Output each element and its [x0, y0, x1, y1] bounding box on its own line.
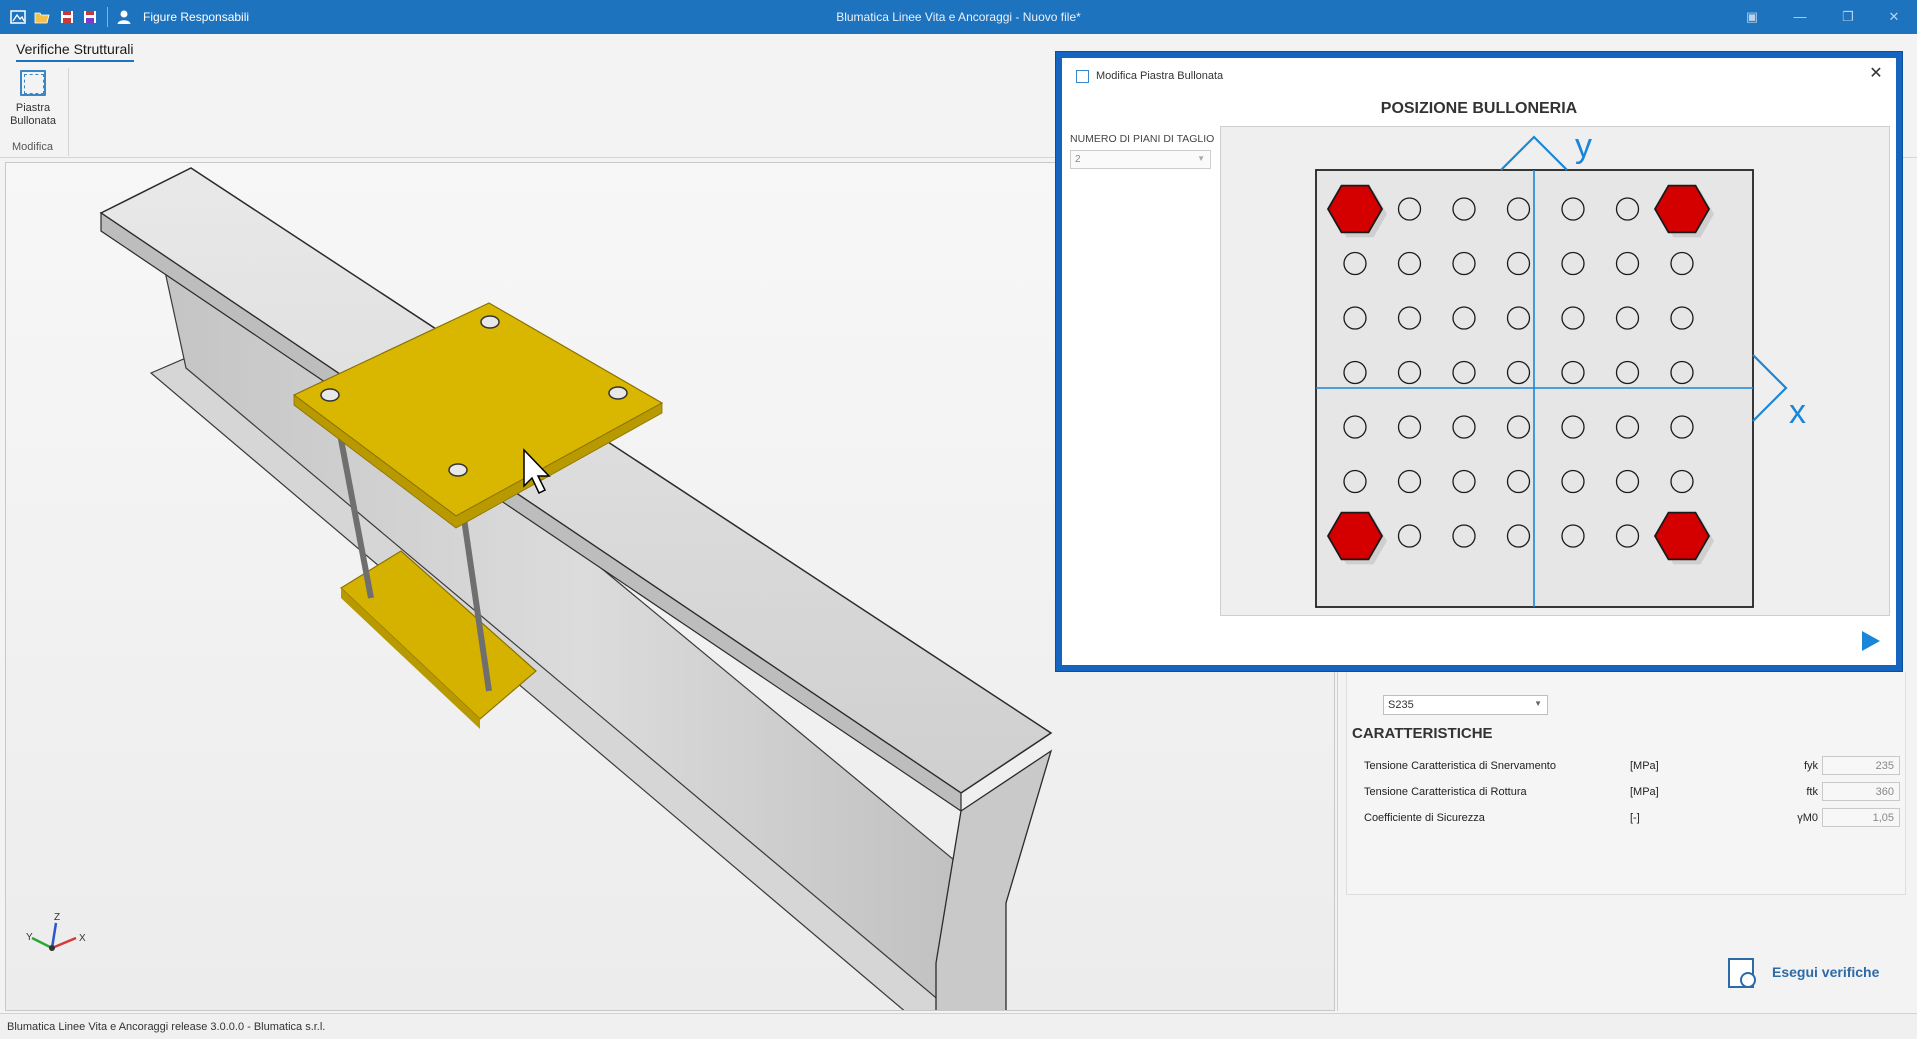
- tab-verifiche-strutturali[interactable]: Verifiche Strutturali: [16, 41, 134, 62]
- chevron-down-icon: ▼: [1534, 699, 1542, 708]
- modifica-piastra-dialog: Modifica Piastra Bullonata ✕ POSIZIONE B…: [1056, 52, 1902, 671]
- property-row-ftk: Tensione Caratteristica di Rottura [MPa]…: [1364, 782, 1900, 802]
- property-unit: [-]: [1630, 812, 1640, 824]
- axis-x-label: x: [1789, 393, 1806, 431]
- axis-triad: X Y Z: [26, 912, 86, 951]
- restore-button[interactable]: ❐: [1834, 6, 1862, 28]
- property-value-field[interactable]: 235: [1822, 756, 1900, 775]
- minimize-button[interactable]: —: [1786, 6, 1814, 28]
- bolted-plate-icon: [20, 70, 46, 96]
- caratteristiche-title: CARATTERISTICHE: [1352, 725, 1493, 742]
- property-value-field[interactable]: 360: [1822, 782, 1900, 801]
- steel-grade-select[interactable]: S235 ▼: [1383, 695, 1548, 715]
- property-name: Coefficiente di Sicurezza: [1364, 812, 1485, 824]
- chevron-down-icon: ▼: [1197, 154, 1205, 163]
- axis-y-label: y: [1575, 127, 1592, 165]
- nut-4: [448, 463, 468, 477]
- esegui-verifiche-button[interactable]: Esegui verifiche: [1720, 952, 1910, 992]
- axis-y-arrow: [1500, 135, 1568, 171]
- verification-search-icon: [1728, 958, 1756, 988]
- shear-planes-select[interactable]: 2 ▼: [1070, 150, 1211, 169]
- axis-label-x: X: [79, 933, 86, 944]
- bolt-grid-drawing[interactable]: y x: [1221, 127, 1891, 617]
- ribbon-group-modifica: Modifica: [12, 141, 53, 153]
- bolt-position-canvas[interactable]: y x: [1220, 126, 1890, 616]
- nut-1: [480, 315, 500, 329]
- window-title: Blumatica Linee Vita e Ancoraggi - Nuovo…: [836, 10, 1081, 24]
- dialog-title: Modifica Piastra Bullonata: [1096, 70, 1224, 82]
- axis-x-arrow: [1752, 354, 1788, 422]
- ribbon-display-options-icon[interactable]: ▣: [1738, 6, 1766, 28]
- axis-label-z: Z: [54, 912, 60, 923]
- title-bar: Figure Responsabili Blumatica Linee Vita…: [0, 0, 1917, 34]
- close-window-button[interactable]: ✕: [1880, 6, 1908, 28]
- ribbon-group-divider: [68, 68, 69, 156]
- property-symbol: γM0: [1797, 812, 1818, 824]
- property-row-gm0: Coefficiente di Sicurezza [-] γM0 1,05: [1364, 808, 1900, 828]
- next-arrow-icon[interactable]: [1858, 629, 1882, 653]
- property-symbol: ftk: [1806, 786, 1818, 798]
- axis-label-y: Y: [26, 932, 33, 943]
- piastra-bullonata-label-line1: Piastra: [15, 102, 51, 114]
- property-unit: [MPa]: [1630, 786, 1659, 798]
- property-row-fyk: Tensione Caratteristica di Snervamento […: [1364, 756, 1900, 776]
- nut-3: [608, 386, 628, 400]
- dialog-heading: POSIZIONE BULLONERIA: [1380, 100, 1578, 117]
- property-unit: [MPa]: [1630, 760, 1659, 772]
- beam-top-flange-edge: [100, 211, 962, 813]
- dialog-plate-icon: [1076, 70, 1089, 83]
- shear-planes-value: 2: [1075, 154, 1081, 165]
- status-bar: Blumatica Linee Vita e Ancoraggi release…: [0, 1013, 1917, 1039]
- close-icon[interactable]: ✕: [1866, 64, 1886, 84]
- piastra-bullonata-label-line2: Bullonata: [10, 115, 56, 127]
- esegui-verifiche-label: Esegui verifiche: [1772, 964, 1880, 980]
- property-name: Tensione Caratteristica di Snervamento: [1364, 760, 1556, 772]
- property-symbol: fyk: [1803, 760, 1818, 772]
- property-name: Tensione Caratteristica di Rottura: [1364, 786, 1527, 798]
- shear-planes-label: NUMERO DI PIANI DI TAGLIO: [1070, 133, 1215, 145]
- property-value-field[interactable]: 1,05: [1822, 808, 1900, 827]
- status-text: Blumatica Linee Vita e Ancoraggi release…: [7, 1021, 326, 1033]
- steel-grade-value: S235: [1388, 699, 1414, 711]
- piastra-bullonata-button[interactable]: Piastra Bullonata: [8, 68, 58, 138]
- nut-2: [320, 388, 340, 402]
